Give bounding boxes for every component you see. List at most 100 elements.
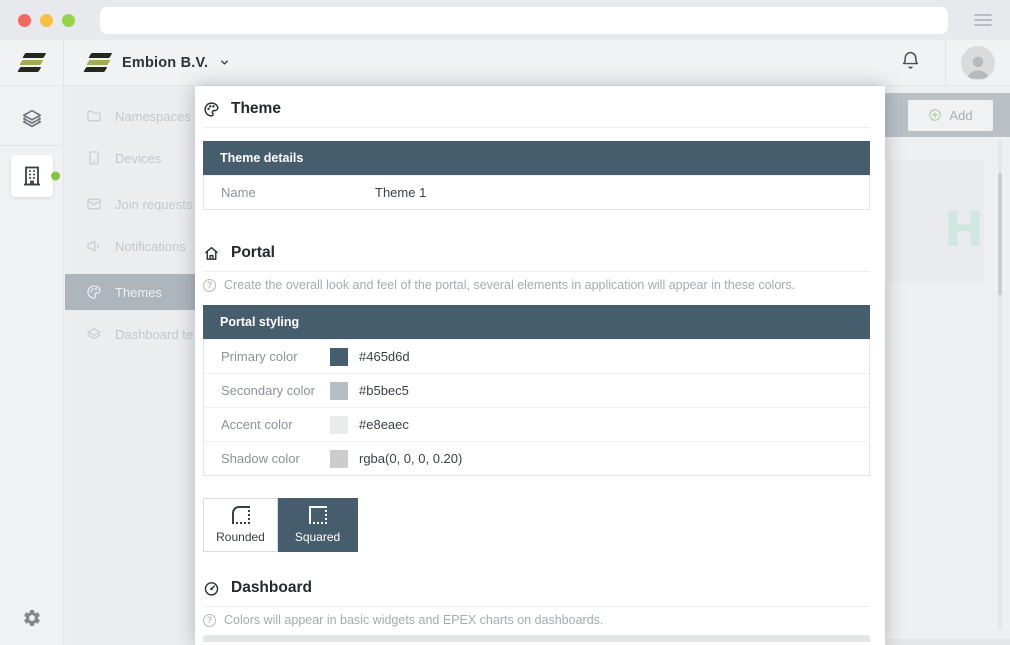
dashboard-help-text: ? Colors will appear in basic widgets an…: [203, 613, 870, 627]
portal-help-text: ? Create the overall look and feel of th…: [203, 278, 870, 292]
add-button-label: Add: [949, 108, 972, 123]
table-row-accent-color[interactable]: Accent color #e8eaec: [204, 407, 869, 441]
app-header: Embion B.V.: [0, 40, 1010, 86]
row-value: Theme 1: [375, 185, 426, 200]
corner-style-toggle: Rounded Squared: [203, 498, 870, 552]
plus-circle-icon: [928, 108, 942, 122]
row-value: #b5bec5: [359, 383, 409, 398]
building-icon: [20, 164, 44, 188]
theme-details-table: Theme details Name Theme 1: [203, 141, 870, 210]
section-divider: [203, 271, 870, 272]
sidebar-item-join-requests[interactable]: Join requests: [65, 186, 195, 222]
sidebar-item-dashboard-templates[interactable]: Dashboard te: [65, 316, 195, 352]
portal-section-heading: Portal: [203, 242, 870, 264]
table-row-primary-color[interactable]: Primary color #465d6d: [204, 339, 869, 373]
embion-logo-icon: [19, 53, 45, 72]
minimize-button[interactable]: [40, 14, 53, 27]
table-row-name[interactable]: Name Theme 1: [204, 175, 869, 209]
zoom-button[interactable]: [62, 14, 75, 27]
sidebar-item-label: Dashboard te: [115, 327, 193, 342]
squared-corner-icon: [309, 506, 327, 524]
scrollbar-thumb[interactable]: [998, 173, 1002, 295]
sidebar-item-label: Namespaces: [115, 109, 191, 124]
chevron-down-icon: [219, 57, 230, 68]
sidebar-item-devices[interactable]: Devices: [65, 140, 195, 176]
sidebar-item-label: Join requests: [115, 197, 192, 212]
row-label: Secondary color: [221, 383, 330, 398]
sidebar-item-notifications[interactable]: Notifications: [65, 228, 195, 264]
background-page-dimmed: Add H: [885, 86, 1010, 645]
row-label: Shadow color: [221, 451, 330, 466]
rounded-corners-button[interactable]: Rounded: [203, 498, 278, 552]
megaphone-icon: [86, 238, 102, 254]
color-swatch[interactable]: [330, 450, 348, 468]
notifications-bell-icon[interactable]: [900, 50, 921, 76]
dashboard-section-heading: Dashboard: [203, 577, 870, 599]
gear-icon: [22, 608, 42, 628]
section-title: Theme: [231, 100, 281, 118]
embion-logo-icon: [85, 53, 111, 72]
add-button[interactable]: Add: [908, 100, 993, 131]
organization-rail-button-active[interactable]: [11, 155, 53, 197]
theme-section-heading: Theme: [203, 98, 870, 120]
table-row-shadow-color[interactable]: Shadow color rgba(0, 0, 0, 0.20): [204, 441, 869, 475]
theme-panel: Theme Theme details Name Theme 1 Portal …: [195, 86, 885, 645]
rail-divider: [0, 145, 63, 146]
palette-icon: [86, 284, 102, 300]
icon-rail: [0, 86, 64, 645]
envelope-icon: [86, 196, 102, 212]
row-label: Primary color: [221, 349, 330, 364]
app-logo[interactable]: [0, 40, 64, 85]
squared-corners-button[interactable]: Squared: [278, 498, 358, 552]
help-icon: ?: [203, 279, 216, 292]
avatar: [961, 46, 995, 80]
palette-icon: [203, 101, 220, 118]
home-icon: [203, 245, 220, 262]
color-swatch[interactable]: [330, 416, 348, 434]
sidebar-item-label: Themes: [115, 285, 162, 300]
sidebar-item-themes[interactable]: Themes: [65, 274, 195, 310]
sidebar-item-namespaces[interactable]: Namespaces: [65, 98, 195, 134]
help-icon: ?: [203, 614, 216, 627]
organization-switcher[interactable]: Embion B.V.: [64, 40, 230, 85]
section-divider: [203, 127, 870, 128]
browser-menu-icon[interactable]: [974, 14, 992, 26]
close-button[interactable]: [18, 14, 31, 27]
browser-window: Embion B.V.: [0, 0, 1010, 645]
portal-styling-table: Portal styling Primary color #465d6d Sec…: [203, 305, 870, 476]
button-label: Rounded: [216, 530, 265, 544]
color-swatch[interactable]: [330, 382, 348, 400]
background-toolbar: Add: [885, 93, 1010, 137]
app-body: Namespaces Devices Join requests Notific…: [0, 86, 1010, 645]
active-status-dot: [51, 172, 60, 181]
row-value: #465d6d: [359, 349, 410, 364]
gauge-icon: [203, 580, 220, 597]
section-title: Portal: [231, 244, 275, 262]
organization-name: Embion B.V.: [122, 55, 208, 71]
device-icon: [86, 150, 102, 166]
row-value: rgba(0, 0, 0, 0.20): [359, 451, 462, 466]
namespaces-rail-button[interactable]: [0, 98, 64, 138]
layers-icon: [21, 107, 43, 129]
layers-icon: [86, 326, 102, 342]
next-table-edge: [203, 635, 870, 642]
row-value: #e8eaec: [359, 417, 409, 432]
table-row-secondary-color[interactable]: Secondary color #b5bec5: [204, 373, 869, 407]
section-divider: [203, 606, 870, 607]
secondary-sidebar: Namespaces Devices Join requests Notific…: [65, 86, 195, 645]
brand-letter-logo: H: [944, 202, 984, 258]
window-controls: [18, 14, 75, 27]
user-menu[interactable]: [945, 40, 1010, 85]
button-label: Squared: [295, 530, 340, 544]
rounded-corner-icon: [232, 506, 250, 524]
browser-chrome: [0, 0, 1010, 40]
table-header: Portal styling: [203, 305, 870, 339]
table-header: Theme details: [203, 141, 870, 175]
settings-rail-button[interactable]: [0, 608, 64, 628]
sidebar-item-label: Devices: [115, 151, 161, 166]
section-title: Dashboard: [231, 579, 312, 597]
background-bottom-strip: [885, 639, 1010, 645]
color-swatch[interactable]: [330, 348, 348, 366]
sidebar-item-label: Notifications: [115, 239, 186, 254]
address-bar[interactable]: [100, 7, 948, 34]
